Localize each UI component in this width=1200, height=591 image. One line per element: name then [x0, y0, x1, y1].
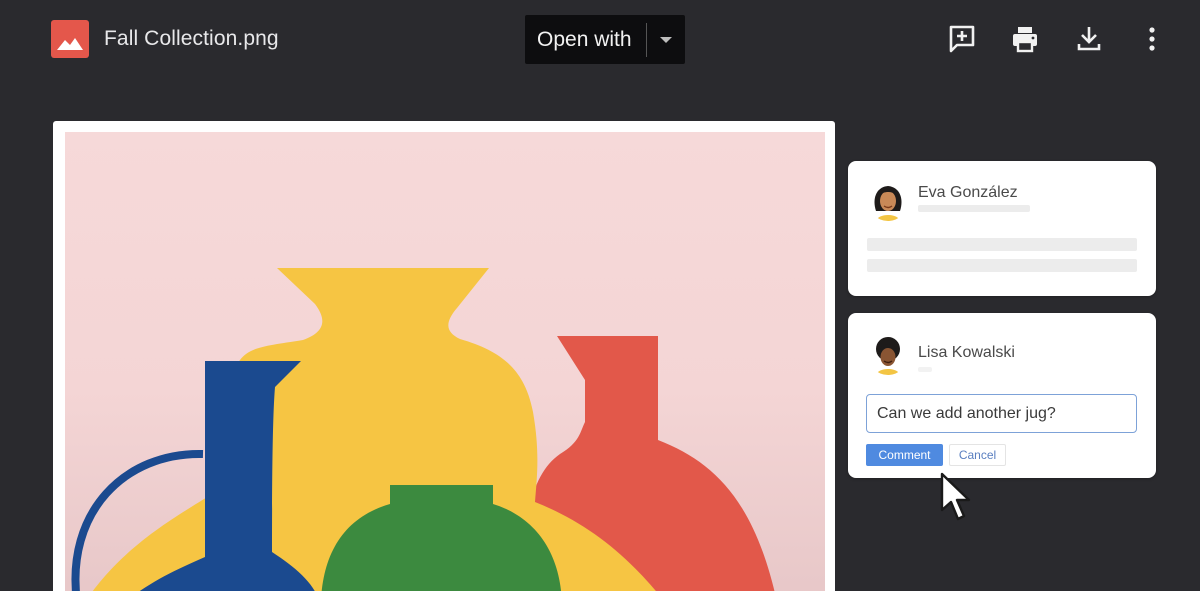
comment-author: Lisa Kowalski — [918, 344, 1015, 361]
avatar — [868, 181, 908, 221]
open-with-label: Open with — [537, 28, 632, 51]
print-icon[interactable] — [1008, 22, 1042, 56]
image-viewer: Fall Collection.png Open with Eva Gonzál… — [0, 0, 1200, 591]
add-comment-icon[interactable] — [945, 22, 979, 56]
vase-illustration — [65, 132, 825, 591]
placeholder-line — [918, 205, 1030, 212]
comment-input[interactable] — [866, 394, 1137, 433]
cancel-button[interactable]: Cancel — [949, 444, 1006, 466]
image-preview — [53, 121, 835, 591]
cursor-icon — [940, 472, 974, 524]
chevron-down-icon[interactable] — [647, 15, 685, 64]
open-with-button[interactable]: Open with — [525, 15, 685, 64]
comment-button[interactable]: Comment — [866, 444, 943, 466]
comment-author: Eva González — [918, 184, 1018, 201]
file-name: Fall Collection.png — [104, 27, 279, 50]
comment-card: Eva González — [848, 161, 1156, 296]
avatar — [868, 335, 908, 375]
placeholder-line — [918, 367, 932, 372]
placeholder-line — [867, 259, 1137, 272]
download-icon[interactable] — [1072, 22, 1106, 56]
placeholder-line — [867, 238, 1137, 251]
more-vert-icon[interactable] — [1135, 22, 1169, 56]
image-file-icon — [51, 20, 89, 58]
reply-card: Lisa Kowalski Comment Cancel — [848, 313, 1156, 478]
